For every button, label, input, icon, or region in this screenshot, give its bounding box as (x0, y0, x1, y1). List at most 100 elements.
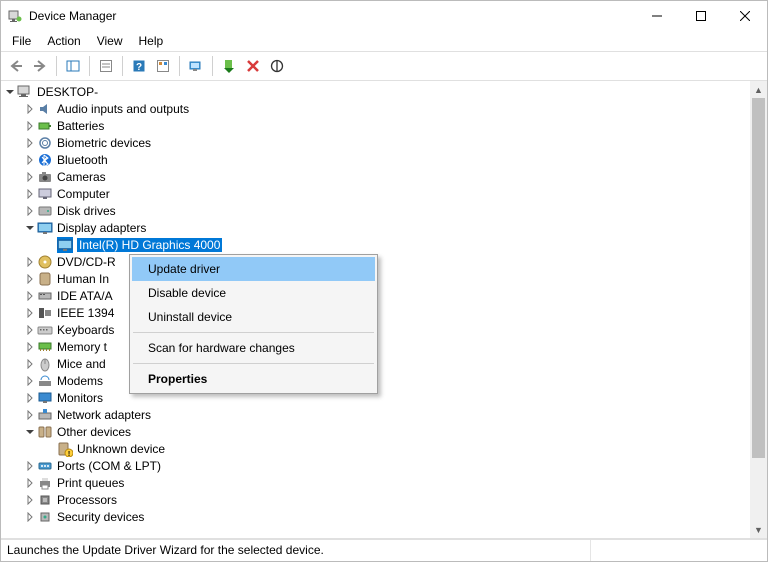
security-icon (37, 509, 53, 525)
context-menu-item[interactable]: Scan for hardware changes (132, 336, 375, 360)
cpu-icon (37, 492, 53, 508)
tree-item-label: Ports (COM & LPT) (57, 459, 161, 473)
tree-category[interactable]: Security devices (1, 508, 750, 525)
context-menu-item[interactable]: Update driver (132, 257, 375, 281)
tree-item-label: Monitors (57, 391, 103, 405)
disk-icon (37, 203, 53, 219)
expand-arrow-icon[interactable] (43, 442, 57, 456)
expand-arrow-icon[interactable] (3, 85, 17, 99)
uninstall-button[interactable] (242, 55, 264, 77)
printer-icon (37, 475, 53, 491)
expand-arrow-icon[interactable] (43, 238, 57, 252)
back-button[interactable] (5, 55, 27, 77)
tree-category[interactable]: Network adapters (1, 406, 750, 423)
tree-category[interactable]: Biometric devices (1, 134, 750, 151)
expand-arrow-icon[interactable] (23, 459, 37, 473)
menu-help[interactable]: Help (132, 32, 171, 50)
context-menu: Update driverDisable deviceUninstall dev… (129, 254, 378, 394)
tree-category[interactable]: Ports (COM & LPT) (1, 457, 750, 474)
menu-view[interactable]: View (90, 32, 130, 50)
show-hidden-button[interactable] (62, 55, 84, 77)
expand-arrow-icon[interactable] (23, 153, 37, 167)
tree-category[interactable]: Computer (1, 185, 750, 202)
display-icon (57, 237, 73, 253)
tree-item-label: Disk drives (57, 204, 116, 218)
context-menu-item[interactable]: Properties (132, 367, 375, 391)
help-button[interactable]: ? (128, 55, 150, 77)
tree-item-label: Audio inputs and outputs (57, 102, 189, 116)
unknown-icon: ! (57, 441, 73, 457)
tree-category[interactable]: Disk drives (1, 202, 750, 219)
menu-action[interactable]: Action (40, 32, 87, 50)
action-button[interactable] (152, 55, 174, 77)
forward-button[interactable] (29, 55, 51, 77)
svg-text:!: ! (68, 451, 70, 457)
tree-root[interactable]: DESKTOP- (1, 83, 750, 100)
scan-hardware-button[interactable] (185, 55, 207, 77)
expand-arrow-icon[interactable] (23, 119, 37, 133)
tree-device[interactable]: Intel(R) HD Graphics 4000 (1, 236, 750, 253)
expand-arrow-icon[interactable] (23, 357, 37, 371)
expand-arrow-icon[interactable] (23, 510, 37, 524)
expand-arrow-icon[interactable] (23, 204, 37, 218)
toolbar-separator (89, 56, 90, 76)
expand-arrow-icon[interactable] (23, 272, 37, 286)
tree-category[interactable]: Cameras (1, 168, 750, 185)
context-menu-item[interactable]: Disable device (132, 281, 375, 305)
tree-item-label: Cameras (57, 170, 106, 184)
statusbar: Launches the Update Driver Wizard for th… (1, 539, 767, 561)
maximize-button[interactable] (679, 1, 723, 31)
tree-item-label: Display adapters (57, 221, 146, 235)
memory-icon (37, 339, 53, 355)
tree-category[interactable]: Audio inputs and outputs (1, 100, 750, 117)
expand-arrow-icon[interactable] (23, 323, 37, 337)
expand-arrow-icon[interactable] (23, 374, 37, 388)
biometric-icon (37, 135, 53, 151)
update-driver-toolbar-button[interactable] (218, 55, 240, 77)
disable-button[interactable] (266, 55, 288, 77)
scroll-up-button[interactable]: ▲ (750, 81, 767, 98)
monitor-icon (37, 390, 53, 406)
ide-icon (37, 288, 53, 304)
tree-device[interactable]: !Unknown device (1, 440, 750, 457)
expand-arrow-icon[interactable] (23, 187, 37, 201)
tree-item-label: Batteries (57, 119, 104, 133)
hid-icon (37, 271, 53, 287)
scroll-down-button[interactable]: ▼ (750, 521, 767, 538)
scroll-thumb[interactable] (752, 98, 765, 458)
tree-category[interactable]: Display adapters (1, 219, 750, 236)
expand-arrow-icon[interactable] (23, 493, 37, 507)
expand-arrow-icon[interactable] (23, 255, 37, 269)
expand-arrow-icon[interactable] (23, 102, 37, 116)
context-menu-item[interactable]: Uninstall device (132, 305, 375, 329)
tree-item-label: Keyboards (57, 323, 114, 337)
expand-arrow-icon[interactable] (23, 306, 37, 320)
tree-item-label: DESKTOP- (37, 85, 98, 99)
tree-item-label: Memory t (57, 340, 107, 354)
computer-icon (37, 186, 53, 202)
tree-category[interactable]: Print queues (1, 474, 750, 491)
tree-category[interactable]: Bluetooth (1, 151, 750, 168)
expand-arrow-icon[interactable] (23, 408, 37, 422)
battery-icon (37, 118, 53, 134)
menu-file[interactable]: File (5, 32, 38, 50)
close-button[interactable] (723, 1, 767, 31)
tree-item-label: IEEE 1394 (57, 306, 114, 320)
minimize-button[interactable] (635, 1, 679, 31)
tree-category[interactable]: Other devices (1, 423, 750, 440)
expand-arrow-icon[interactable] (23, 170, 37, 184)
properties-button[interactable] (95, 55, 117, 77)
vertical-scrollbar[interactable]: ▲ ▼ (750, 81, 767, 538)
expand-arrow-icon[interactable] (23, 136, 37, 150)
tree-category[interactable]: Batteries (1, 117, 750, 134)
expand-arrow-icon[interactable] (23, 425, 37, 439)
tree-category[interactable]: Processors (1, 491, 750, 508)
expand-arrow-icon[interactable] (23, 340, 37, 354)
expand-arrow-icon[interactable] (23, 391, 37, 405)
tree-item-label: Bluetooth (57, 153, 108, 167)
display-icon (37, 220, 53, 236)
expand-arrow-icon[interactable] (23, 289, 37, 303)
expand-arrow-icon[interactable] (23, 221, 37, 235)
expand-arrow-icon[interactable] (23, 476, 37, 490)
toolbar-separator (212, 56, 213, 76)
